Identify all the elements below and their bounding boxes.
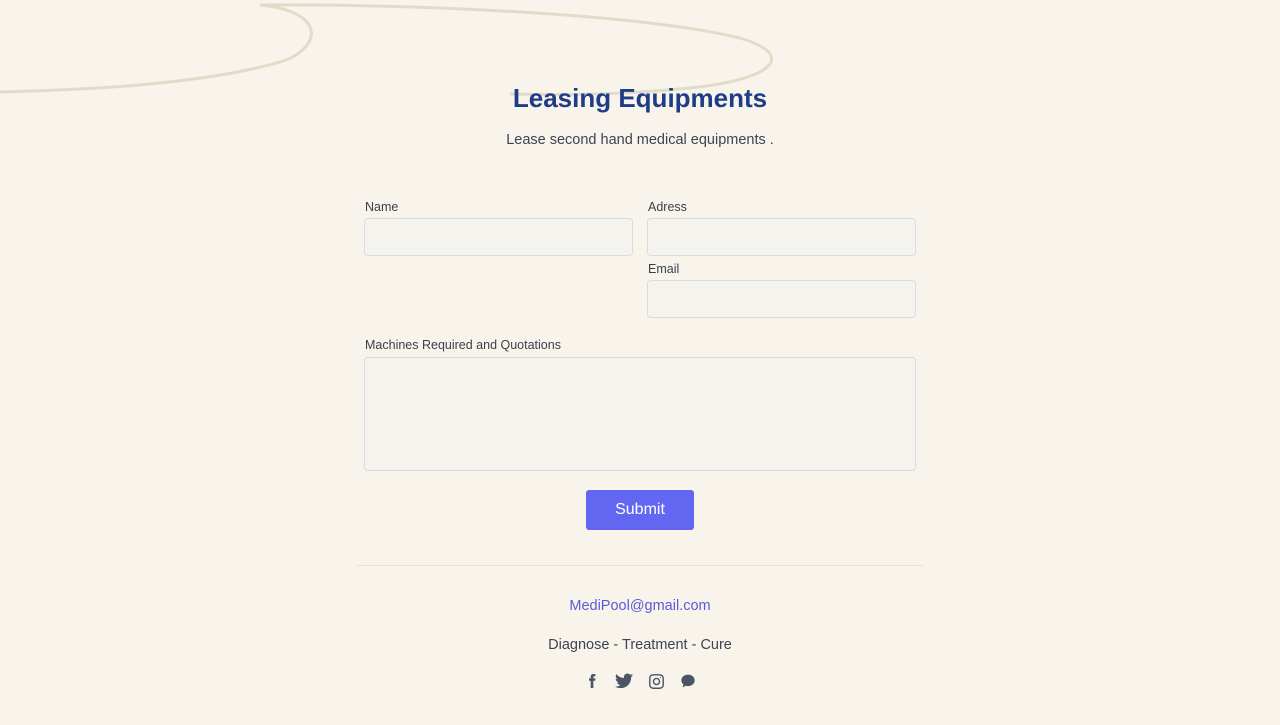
email-label: Email — [648, 262, 680, 276]
contact-email: MediPool@gmail.com — [0, 597, 1280, 615]
page-title: Leasing Equipments — [512, 83, 768, 113]
submit-button[interactable]: Submit — [586, 490, 694, 530]
machines-textarea[interactable] — [364, 357, 916, 471]
page-subtitle: Lease second hand medical equipments . — [506, 132, 774, 148]
twitter-icon[interactable] — [614, 671, 634, 691]
instagram-icon[interactable] — [646, 671, 666, 691]
tagline: Diagnose - Treatment - Cure — [548, 637, 732, 653]
contact-email-link[interactable]: MediPool@gmail.com — [569, 598, 710, 614]
email-input[interactable] — [647, 280, 916, 318]
address-input[interactable] — [647, 218, 916, 256]
machines-label: Machines Required and Quotations — [365, 338, 561, 352]
chat-icon[interactable] — [678, 671, 698, 691]
page: Leasing Equipments Lease second hand med… — [0, 0, 1280, 725]
footer-divider — [357, 565, 923, 566]
facebook-icon[interactable] — [582, 671, 602, 691]
name-input[interactable] — [364, 218, 633, 256]
name-label: Name — [365, 200, 399, 214]
address-label: Adress — [648, 200, 687, 214]
